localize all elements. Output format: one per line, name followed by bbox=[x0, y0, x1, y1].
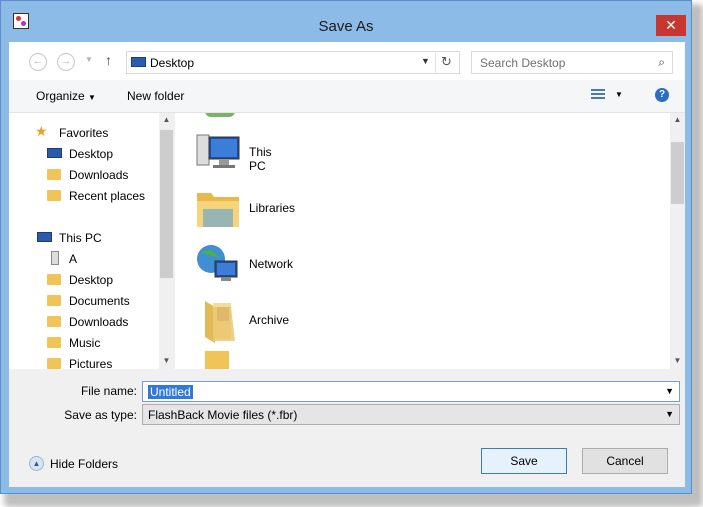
chevron-up-icon: ▲ bbox=[29, 456, 44, 471]
scroll-down-icon[interactable]: ▼ bbox=[670, 356, 685, 365]
computer-icon bbox=[37, 232, 52, 242]
organize-button[interactable]: Organize ▼ bbox=[36, 89, 96, 103]
sidebar-item-label: Recent places bbox=[69, 189, 146, 203]
search-input[interactable]: Search Desktop bbox=[480, 56, 565, 70]
refresh-button[interactable]: ↻ bbox=[441, 54, 452, 70]
drive-icon bbox=[51, 251, 59, 265]
help-icon[interactable]: ? bbox=[655, 88, 669, 102]
toolbar: Organize ▼ New folder ▼ ? bbox=[9, 80, 685, 113]
scroll-up-icon[interactable]: ▲ bbox=[670, 115, 685, 124]
arrow-up-icon: ↑ bbox=[105, 52, 112, 68]
navigation-pane: ★ Favorites Desktop Downloads Recent pla… bbox=[9, 113, 173, 369]
arrow-right-icon: → bbox=[60, 55, 72, 67]
cancel-button[interactable]: Cancel bbox=[582, 448, 668, 474]
forward-button[interactable]: → bbox=[57, 53, 75, 71]
recent-places-icon bbox=[47, 190, 61, 201]
organize-label: Organize bbox=[36, 89, 85, 103]
list-item-label: This PC bbox=[249, 145, 272, 173]
close-icon: ✕ bbox=[665, 17, 677, 33]
save-as-type-select[interactable]: FlashBack Movie files (*.fbr) ▼ bbox=[142, 404, 680, 425]
scrollbar-thumb[interactable] bbox=[671, 142, 684, 204]
file-list: This PC Libraries Network Archive bbox=[175, 113, 670, 369]
save-button[interactable]: Save bbox=[481, 448, 567, 474]
up-button[interactable]: ↑ bbox=[105, 52, 112, 68]
file-name-value[interactable]: Untitled bbox=[148, 385, 193, 399]
folder-icon bbox=[47, 274, 61, 285]
chevron-down-icon: ▼ bbox=[665, 409, 674, 419]
file-name-input[interactable]: Untitled ▼ bbox=[142, 381, 680, 402]
search-icon[interactable]: ⌕ bbox=[658, 55, 665, 70]
partial-item-icon bbox=[205, 113, 235, 117]
scroll-up-icon[interactable]: ▲ bbox=[159, 115, 174, 124]
folder-icon bbox=[47, 316, 61, 327]
address-separator bbox=[435, 52, 436, 73]
sidebar-item-label: Documents bbox=[69, 294, 130, 308]
dialog-content: ← → ▼ ↑ Desktop ▼ ↻ Search Desktop ⌕ Org… bbox=[9, 42, 685, 487]
computer-icon bbox=[196, 134, 240, 168]
address-text: Desktop bbox=[150, 56, 195, 70]
file-name-label: File name: bbox=[80, 384, 137, 398]
sidebar-item-label: Downloads bbox=[69, 315, 129, 329]
scrollbar-thumb[interactable] bbox=[160, 130, 173, 278]
sidebar-item-label: Desktop bbox=[69, 147, 114, 161]
desktop-icon bbox=[47, 148, 62, 158]
navigation-pane-scrollbar[interactable]: ▲ ▼ bbox=[159, 113, 174, 369]
window-title: Save As bbox=[318, 18, 374, 35]
sidebar-item-label: Downloads bbox=[69, 168, 129, 182]
chevron-down-icon[interactable]: ▼ bbox=[665, 386, 674, 396]
search-box[interactable]: Search Desktop ⌕ bbox=[471, 51, 673, 74]
chevron-down-icon: ▼ bbox=[88, 93, 96, 102]
save-form: File name: Untitled ▼ Save as type: Flas… bbox=[9, 369, 685, 487]
arrow-left-icon: ← bbox=[32, 55, 44, 67]
sidebar-item-label: Music bbox=[69, 336, 101, 350]
list-item-label: Archive bbox=[249, 313, 290, 327]
scroll-down-icon[interactable]: ▼ bbox=[159, 356, 174, 365]
network-icon bbox=[197, 245, 238, 281]
save-as-type-value: FlashBack Movie files (*.fbr) bbox=[148, 408, 298, 422]
folder-icon bbox=[47, 295, 61, 306]
star-icon: ★ bbox=[35, 123, 48, 139]
sidebar-this-pc-label: This PC bbox=[59, 231, 102, 245]
back-button[interactable]: ← bbox=[29, 53, 47, 71]
folder-icon bbox=[47, 337, 61, 348]
partial-folder-icon bbox=[205, 351, 229, 369]
chevron-down-icon: ▼ bbox=[85, 55, 93, 64]
downloads-folder-icon bbox=[47, 169, 61, 180]
sidebar-item-label: A bbox=[69, 252, 78, 266]
desktop-icon bbox=[131, 57, 146, 67]
file-list-scrollbar[interactable]: ▲ ▼ bbox=[670, 113, 685, 369]
sidebar-item-label: Pictures bbox=[69, 357, 113, 369]
address-dropdown[interactable]: ▼ bbox=[421, 56, 430, 66]
list-item-label: Network bbox=[249, 257, 294, 271]
navigation-bar: ← → ▼ ↑ Desktop ▼ ↻ Search Desktop ⌕ bbox=[9, 42, 685, 80]
folder-icon bbox=[47, 358, 61, 369]
sidebar-item-label: Desktop bbox=[69, 273, 114, 287]
list-item-label: Libraries bbox=[249, 201, 296, 215]
view-dropdown[interactable]: ▼ bbox=[615, 90, 623, 99]
close-button[interactable]: ✕ bbox=[656, 15, 686, 36]
folder-icon bbox=[205, 301, 235, 343]
chevron-down-icon: ▼ bbox=[615, 90, 623, 99]
refresh-icon: ↻ bbox=[441, 54, 452, 69]
libraries-icon bbox=[197, 193, 239, 227]
title-bar[interactable]: Save As ✕ bbox=[1, 1, 691, 39]
view-options-icon[interactable] bbox=[591, 89, 605, 101]
recent-locations-dropdown[interactable]: ▼ bbox=[85, 55, 93, 64]
save-as-type-label: Save as type: bbox=[64, 408, 137, 422]
save-as-dialog: Save As ✕ ← → ▼ ↑ Desktop ▼ ↻ Search Des… bbox=[0, 0, 692, 494]
address-bar[interactable]: Desktop ▼ ↻ bbox=[126, 51, 460, 74]
hide-folders-label: Hide Folders bbox=[50, 457, 119, 471]
sidebar-favorites-label: Favorites bbox=[59, 126, 109, 140]
chevron-down-icon: ▼ bbox=[421, 56, 430, 66]
new-folder-button[interactable]: New folder bbox=[127, 89, 184, 103]
